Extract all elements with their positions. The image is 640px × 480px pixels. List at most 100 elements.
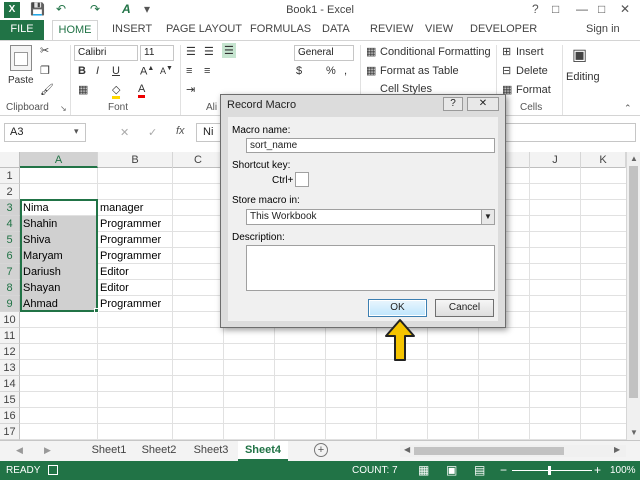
dialog-close-button[interactable]: ✕ [467, 97, 499, 111]
ok-button[interactable]: OK [368, 299, 427, 317]
h-scroll-right-icon[interactable]: ▶ [614, 445, 620, 454]
clipboard-launcher-icon[interactable]: ↘ [60, 104, 67, 113]
row-header-10[interactable]: 10 [0, 312, 20, 328]
shrink-font-icon[interactable]: A▼ [160, 65, 173, 76]
confirm-entry-icon[interactable]: ✓ [148, 126, 157, 139]
tab-review[interactable]: REVIEW [370, 23, 413, 35]
sheet-tab-sheet4[interactable]: Sheet4 [238, 441, 288, 461]
sheet-tab-sheet1[interactable]: Sheet1 [84, 441, 134, 461]
collapse-ribbon-icon[interactable]: ⌃ [624, 103, 632, 114]
conditional-formatting-button[interactable]: Conditional Formatting [380, 46, 491, 58]
row-header-12[interactable]: 12 [0, 344, 20, 360]
row-header-2[interactable]: 2 [0, 184, 20, 200]
store-macro-select[interactable]: This Workbook ▼ [246, 209, 495, 225]
shortcut-key-input[interactable] [295, 172, 309, 187]
row-header-8[interactable]: 8 [0, 280, 20, 296]
tab-page-layout[interactable]: PAGE LAYOUT [166, 23, 242, 35]
tab-file[interactable]: FILE [0, 20, 44, 40]
close-icon[interactable]: ✕ [620, 2, 630, 16]
format-as-table-button[interactable]: Format as Table [380, 65, 459, 77]
dialog-help-button[interactable]: ? [443, 97, 463, 111]
sign-in-link[interactable]: Sign in [586, 23, 620, 35]
scroll-up-icon[interactable]: ▲ [630, 154, 638, 163]
prev-sheet-icon[interactable]: ◀ [16, 445, 23, 456]
row-header-13[interactable]: 13 [0, 360, 20, 376]
row-header-17[interactable]: 17 [0, 424, 20, 440]
cell-b6[interactable]: Programmer [98, 248, 173, 264]
page-layout-view-icon[interactable]: ▣ [446, 463, 457, 477]
insert-cells-icon[interactable]: ⊞ [502, 45, 511, 58]
tab-insert[interactable]: INSERT [112, 23, 152, 35]
format-cells-button[interactable]: Format [516, 84, 551, 96]
dialog-titlebar[interactable]: Record Macro ? ✕ [221, 95, 505, 115]
chevron-down-icon[interactable]: ▼ [481, 210, 494, 224]
cancel-entry-icon[interactable]: ✕ [120, 126, 129, 139]
row-header-14[interactable]: 14 [0, 376, 20, 392]
cancel-button[interactable]: Cancel [435, 299, 494, 317]
row-header-11[interactable]: 11 [0, 328, 20, 344]
indent-icon[interactable]: ⇥ [186, 83, 195, 96]
grow-font-icon[interactable]: A▲ [140, 65, 154, 78]
new-sheet-icon[interactable]: + [314, 443, 328, 457]
delete-cells-button[interactable]: Delete [516, 65, 548, 77]
row-header-1[interactable]: 1 [0, 168, 20, 184]
cell-b5[interactable]: Programmer [98, 232, 173, 248]
cell-b7[interactable]: Editor [98, 264, 173, 280]
paste-icon[interactable] [10, 45, 32, 71]
insert-cells-button[interactable]: Insert [516, 46, 544, 58]
row-header-9[interactable]: 9 [0, 296, 20, 312]
conditional-formatting-icon[interactable]: ▦ [366, 45, 376, 58]
cut-icon[interactable]: ✂ [40, 44, 49, 57]
column-header-a[interactable]: A [20, 152, 98, 168]
select-all-corner[interactable] [0, 152, 20, 168]
tab-home[interactable]: HOME [52, 20, 98, 41]
minimize-icon[interactable]: — [576, 2, 588, 16]
column-header-b[interactable]: B [98, 152, 173, 168]
currency-icon[interactable]: $ [296, 65, 302, 77]
fill-color-icon[interactable]: ◇ [112, 83, 121, 99]
bold-icon[interactable]: B [78, 65, 86, 77]
ribbon-display-icon[interactable]: □ [552, 2, 559, 16]
align-left-icon[interactable]: ≡ [186, 65, 192, 77]
macro-name-input[interactable]: sort_name [246, 138, 495, 153]
row-header-16[interactable]: 16 [0, 408, 20, 424]
h-scroll-thumb[interactable] [414, 447, 564, 455]
horizontal-scrollbar[interactable]: ◀ ▶ [400, 445, 626, 457]
maximize-icon[interactable]: □ [598, 2, 605, 16]
macro-record-icon[interactable] [48, 465, 58, 475]
vertical-scrollbar[interactable]: ▲ ▼ [626, 152, 640, 440]
paste-button[interactable]: Paste [8, 75, 34, 86]
zoom-level[interactable]: 100% [610, 465, 636, 476]
zoom-slider[interactable] [512, 466, 592, 475]
delete-cells-icon[interactable]: ⊟ [502, 64, 511, 77]
copy-icon[interactable]: ❐ [40, 64, 50, 77]
row-header-4[interactable]: 4 [0, 216, 20, 232]
editing-button[interactable]: Editing [566, 71, 600, 83]
scroll-down-icon[interactable]: ▼ [630, 428, 638, 437]
tab-data[interactable]: DATA [322, 23, 350, 35]
cell-b4[interactable]: Programmer [98, 216, 173, 232]
help-icon[interactable]: ? [532, 2, 539, 16]
normal-view-icon[interactable]: ▦ [418, 463, 429, 477]
column-header-k[interactable]: K [581, 152, 626, 168]
row-header-6[interactable]: 6 [0, 248, 20, 264]
italic-icon[interactable]: I [96, 65, 99, 77]
sheet-tab-sheet2[interactable]: Sheet2 [134, 441, 184, 461]
fill-handle[interactable] [94, 308, 99, 313]
tab-view[interactable]: VIEW [425, 23, 453, 35]
number-format-combo[interactable]: General [294, 45, 354, 61]
font-color-icon[interactable]: A [138, 83, 146, 98]
tab-formulas[interactable]: FORMULAS [250, 23, 311, 35]
sheet-tab-sheet3[interactable]: Sheet3 [186, 441, 236, 461]
cell-b3[interactable]: manager [98, 200, 173, 216]
name-box-dropdown-icon[interactable]: ▾ [74, 126, 79, 137]
h-scroll-left-icon[interactable]: ◀ [404, 445, 410, 454]
borders-icon[interactable]: ▦ [78, 83, 88, 96]
zoom-out-icon[interactable]: − [500, 463, 507, 477]
page-break-view-icon[interactable]: ▤ [474, 463, 485, 477]
align-top-icon[interactable]: ☰ [186, 45, 196, 58]
align-bottom-icon[interactable]: ☰ [222, 43, 236, 58]
cell-b8[interactable]: Editor [98, 280, 173, 296]
comma-icon[interactable]: , [344, 65, 347, 77]
next-sheet-icon[interactable]: ▶ [44, 445, 51, 456]
